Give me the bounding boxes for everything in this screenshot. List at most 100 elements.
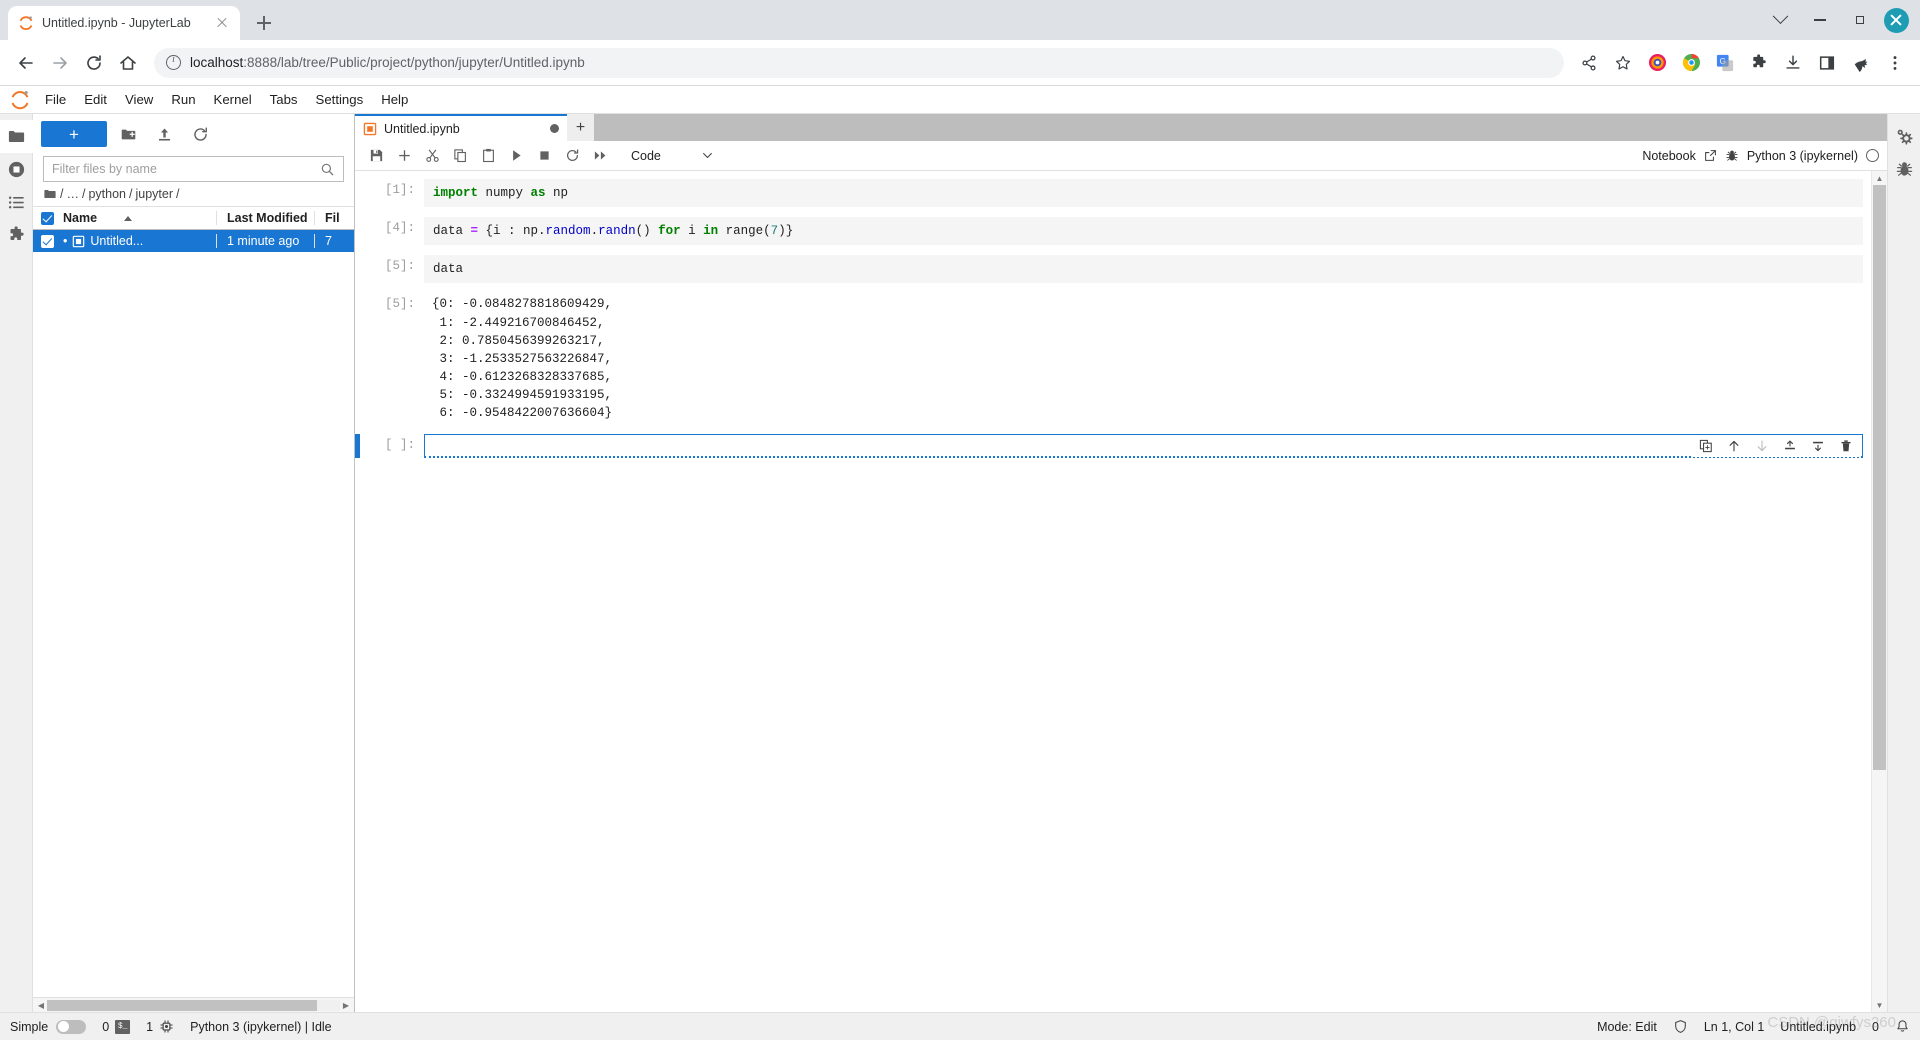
cell-editor-active[interactable] xyxy=(424,434,1863,459)
profile-icon[interactable] xyxy=(1642,48,1672,78)
scrollbar-thumb[interactable] xyxy=(47,999,317,1011)
cell-editor[interactable]: data xyxy=(424,255,1863,284)
bug-icon[interactable] xyxy=(1725,149,1739,163)
notebook-cell-active[interactable]: [ ]: xyxy=(355,434,1871,459)
address-bar[interactable]: localhost:8888/lab/tree/Public/project/p… xyxy=(154,47,1564,78)
insert-cell-icon[interactable] xyxy=(391,143,417,169)
kernel-name-label[interactable]: Python 3 (ipykernel) xyxy=(1747,149,1858,163)
sidebar-item-property-inspector[interactable] xyxy=(1888,120,1920,153)
new-launcher-button[interactable]: + xyxy=(41,121,107,147)
more-vert-icon[interactable] xyxy=(1880,48,1910,78)
kernel-status-text[interactable]: Python 3 (ipykernel) | Idle xyxy=(190,1020,332,1034)
menu-help[interactable]: Help xyxy=(372,87,417,113)
menu-tabs[interactable]: Tabs xyxy=(261,87,307,113)
maximize-button[interactable] xyxy=(1840,0,1880,40)
list-item[interactable]: • Untitled... 1 minute ago 7 xyxy=(33,230,354,252)
translate-icon[interactable]: G xyxy=(1710,48,1740,78)
upload-icon[interactable] xyxy=(149,121,179,147)
menu-view[interactable]: View xyxy=(116,87,162,113)
sidebar-item-extensions[interactable] xyxy=(0,219,33,252)
column-header-file-size[interactable]: Fil xyxy=(314,211,354,225)
tab-untitled-ipynb[interactable]: Untitled.ipynb xyxy=(355,114,567,141)
search-input[interactable] xyxy=(52,162,314,176)
add-notebook-tab-button[interactable]: + xyxy=(567,114,594,141)
notebook-cell[interactable]: [4]: data = {i : np.random.randn() for i… xyxy=(355,217,1871,246)
save-icon[interactable] xyxy=(363,143,389,169)
download-icon[interactable] xyxy=(1778,48,1808,78)
scroll-down-icon[interactable]: ▼ xyxy=(1876,998,1884,1012)
scroll-up-icon[interactable]: ▲ xyxy=(1876,171,1884,185)
unsaved-indicator-icon[interactable] xyxy=(550,124,559,133)
menu-file[interactable]: File xyxy=(36,87,75,113)
breadcrumb-ellipsis[interactable]: … xyxy=(66,187,79,201)
bookmark-star-icon[interactable] xyxy=(1608,48,1638,78)
copy-icon[interactable] xyxy=(447,143,473,169)
new-folder-icon[interactable] xyxy=(113,121,143,147)
select-all-checkbox[interactable] xyxy=(41,211,54,225)
menu-settings[interactable]: Settings xyxy=(307,87,373,113)
sidebar-item-debugger[interactable] xyxy=(1888,153,1920,186)
cell-type-dropdown[interactable]: Code xyxy=(625,149,720,163)
paste-icon[interactable] xyxy=(475,143,501,169)
move-cell-up-icon[interactable] xyxy=(1725,437,1743,455)
breadcrumb-root[interactable]: / xyxy=(60,187,63,201)
chrome-icon[interactable] xyxy=(1676,48,1706,78)
sidebar-item-file-browser[interactable] xyxy=(0,120,33,153)
stop-icon[interactable] xyxy=(531,143,557,169)
cell-editor[interactable]: data = {i : np.random.randn() for i in r… xyxy=(424,217,1863,246)
cell-editor[interactable]: import numpy as np xyxy=(424,179,1863,208)
column-header-last-modified[interactable]: Last Modified xyxy=(216,211,314,225)
notebook-cell[interactable]: [1]: import numpy as np xyxy=(355,179,1871,208)
share-icon[interactable] xyxy=(1574,48,1604,78)
move-cell-down-icon[interactable] xyxy=(1753,437,1771,455)
delete-cell-icon[interactable] xyxy=(1837,437,1855,455)
home-button[interactable] xyxy=(112,47,144,79)
menu-kernel[interactable]: Kernel xyxy=(205,87,261,113)
restart-run-all-icon[interactable] xyxy=(587,143,613,169)
sidepanel-icon[interactable] xyxy=(1812,48,1842,78)
notebook-cell[interactable]: [5]: data xyxy=(355,255,1871,284)
duplicate-cell-icon[interactable] xyxy=(1697,437,1715,455)
back-button[interactable] xyxy=(10,47,42,79)
pin-icon[interactable] xyxy=(1846,48,1876,78)
scroll-right-icon[interactable]: ▶ xyxy=(340,1001,352,1010)
tab-search-button[interactable] xyxy=(1760,0,1800,40)
file-filter-box[interactable] xyxy=(43,156,344,182)
shield-icon[interactable] xyxy=(1673,1019,1688,1034)
breadcrumb-home-icon[interactable] xyxy=(43,187,57,201)
breadcrumb-python[interactable]: python xyxy=(88,187,126,201)
site-info-icon[interactable] xyxy=(166,54,181,70)
breadcrumb-jupyter[interactable]: jupyter xyxy=(135,187,173,201)
column-header-name[interactable]: Name xyxy=(54,211,216,225)
refresh-icon[interactable] xyxy=(185,121,215,147)
menu-run[interactable]: Run xyxy=(162,87,204,113)
forward-button[interactable] xyxy=(44,47,76,79)
extensions-puzzle-icon[interactable] xyxy=(1744,48,1774,78)
kernel-chip-icon[interactable] xyxy=(159,1019,174,1034)
sidebar-item-commands[interactable] xyxy=(0,186,33,219)
simple-mode-toggle[interactable] xyxy=(56,1019,87,1034)
external-link-icon[interactable] xyxy=(1704,149,1717,162)
close-window-button[interactable] xyxy=(1880,0,1920,40)
terminal-icon[interactable]: $_ xyxy=(115,1019,131,1034)
notebook-vertical-scrollbar[interactable]: ▲ ▼ xyxy=(1871,171,1887,1012)
insert-cell-above-icon[interactable] xyxy=(1781,437,1799,455)
scrollbar-thumb[interactable] xyxy=(1873,185,1886,771)
insert-cell-below-icon[interactable] xyxy=(1809,437,1827,455)
restart-icon[interactable] xyxy=(559,143,585,169)
scrollbar-track[interactable] xyxy=(47,999,340,1011)
cut-icon[interactable] xyxy=(419,143,445,169)
new-tab-button[interactable] xyxy=(250,9,278,37)
sidebar-item-running[interactable] xyxy=(0,153,33,186)
browser-tab[interactable]: Untitled.ipynb - JupyterLab xyxy=(8,6,240,40)
file-browser-horizontal-scrollbar[interactable]: ◀ ▶ xyxy=(33,997,354,1012)
close-icon[interactable] xyxy=(214,15,230,31)
bell-icon[interactable] xyxy=(1895,1019,1910,1034)
scrollbar-track[interactable] xyxy=(1873,185,1886,998)
menu-edit[interactable]: Edit xyxy=(75,87,116,113)
minimize-button[interactable] xyxy=(1800,0,1840,40)
reload-button[interactable] xyxy=(78,47,110,79)
row-checkbox[interactable] xyxy=(41,234,54,248)
scroll-left-icon[interactable]: ◀ xyxy=(35,1001,47,1010)
run-icon[interactable] xyxy=(503,143,529,169)
